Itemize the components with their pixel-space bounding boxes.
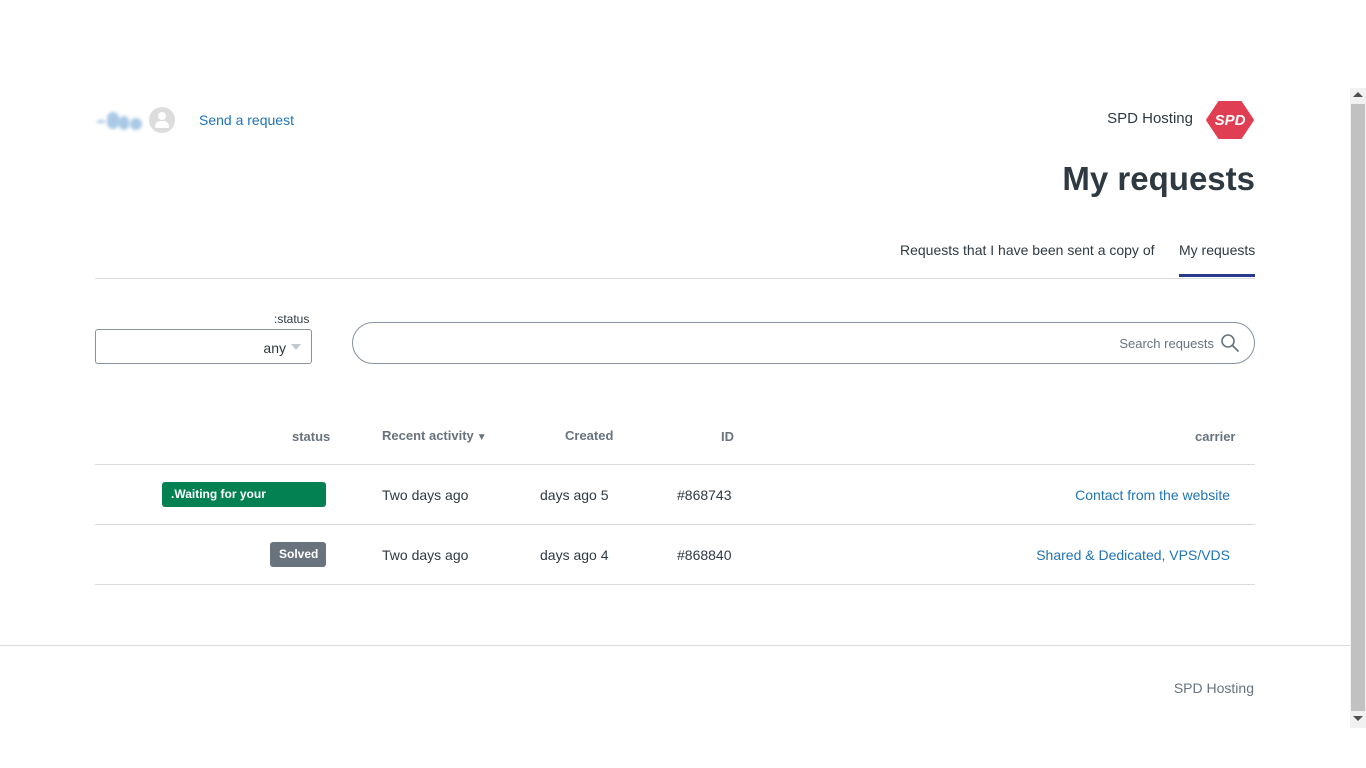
sort-descending-icon: ▼ [476,432,487,443]
send-request-link[interactable]: Send a request [199,112,294,128]
column-header-created[interactable]: Created [565,428,613,443]
status-badge: Solved [270,542,326,567]
tab-cc-requests[interactable]: Requests that I have been sent a copy of [900,242,1155,258]
brand-name[interactable]: SPD Hosting [1100,110,1193,127]
row-created: days ago 5 [540,487,609,503]
row-id: #868840 [677,547,732,563]
logo-text: SPD [1215,112,1246,129]
brand-logo[interactable]: SPD [1205,100,1255,140]
status-badge: .Waiting for your response [162,482,326,526]
active-tab-indicator [1179,274,1255,277]
search-input[interactable]: Search requests [352,322,1255,364]
tab-my-requests[interactable]: My requests [1179,242,1255,258]
tabs-divider [95,278,1255,279]
status-filter-value: any [263,340,286,356]
column-header-carrier: carrier [1195,429,1236,444]
row-created: days ago 4 [540,547,609,563]
chevron-down-icon [291,344,301,350]
user-menu[interactable] [95,104,175,136]
user-name-blurred [95,108,147,132]
search-placeholder: Search requests [1119,336,1214,351]
status-filter-label: :status [274,312,310,326]
footer-brand: SPD Hosting [1173,680,1254,696]
status-filter-select[interactable]: any [95,329,312,364]
request-subject-link[interactable]: Shared & Dedicated, VPS/VDS [1036,547,1230,563]
footer-divider [0,645,1350,646]
avatar[interactable] [149,107,175,133]
row-id: #868743 [677,487,732,503]
row-recent-activity: Two days ago [382,487,469,503]
column-header-status: status [292,429,331,444]
request-subject-link[interactable]: Contact from the website [1075,487,1230,503]
scrollbar-thumb[interactable] [1351,104,1365,711]
search-icon[interactable] [1220,333,1240,353]
table-row-divider [95,524,1255,525]
row-recent-activity: Two days ago [382,547,469,563]
table-header-divider [95,464,1255,465]
column-header-id: ID [721,429,734,444]
scroll-down-arrow-icon[interactable] [1353,716,1363,721]
scroll-up-arrow-icon[interactable] [1353,92,1363,97]
column-header-recent-activity-label: Recent activity [382,428,474,443]
page-title: My requests [1062,160,1255,197]
column-header-recent-activity[interactable]: Recent activity ▼ [382,428,487,443]
table-row-divider [95,584,1255,585]
